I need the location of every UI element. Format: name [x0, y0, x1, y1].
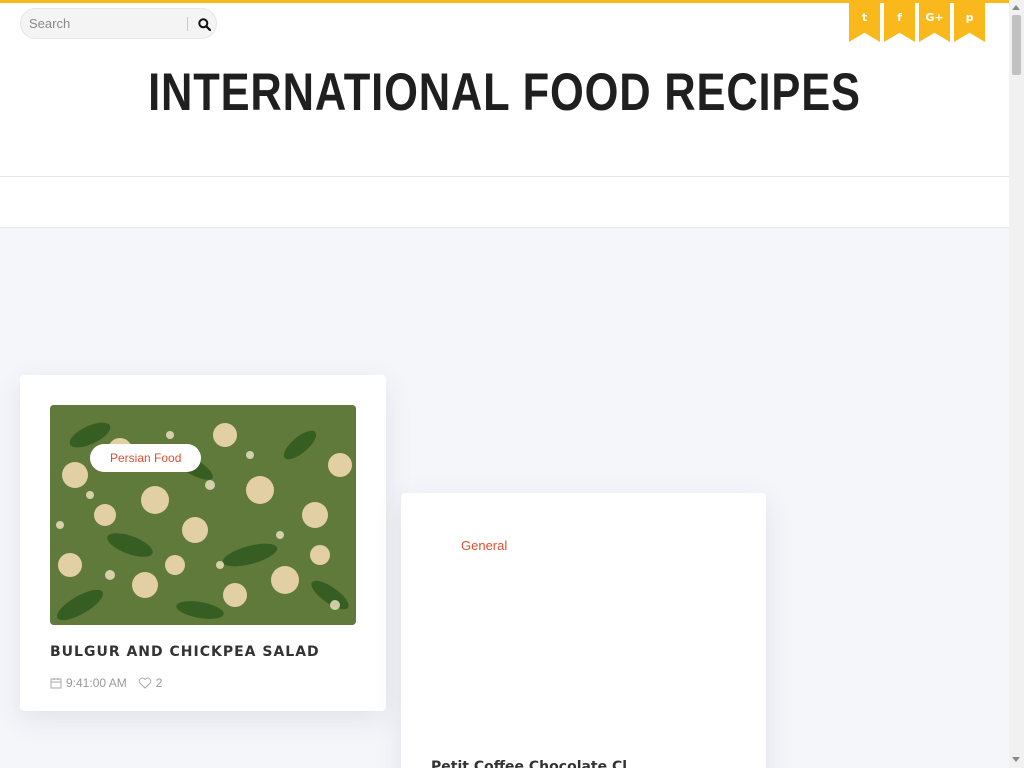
search-box	[20, 8, 217, 39]
post-title[interactable]: BULGUR AND CHICKPEA SALAD	[50, 644, 320, 660]
search-icon	[197, 17, 211, 31]
post-meta: 9:41:00 AM 2	[50, 676, 162, 690]
scroll-down-arrow[interactable]	[1012, 757, 1020, 762]
scrollbar-thumb[interactable]	[1012, 15, 1021, 75]
calendar-icon	[50, 678, 62, 689]
like-count: 2	[155, 676, 163, 690]
post-card: Persian Food BULGUR AND CHICKPEA SALAD 9…	[20, 375, 386, 711]
post-thumbnail[interactable]: Persian Food	[50, 405, 356, 625]
salad-image	[50, 405, 356, 625]
site-title[interactable]: INTERNATIONAL FOOD RECIPES	[91, 62, 918, 123]
scrollbar[interactable]	[1009, 0, 1024, 768]
search-input[interactable]	[29, 9, 189, 38]
category-badge[interactable]: Persian Food	[90, 444, 202, 472]
search-divider	[187, 17, 188, 31]
post-card: General Petit Coffee Chocolate Cl...	[401, 493, 766, 768]
post-title[interactable]: Petit Coffee Chocolate Cl...	[431, 759, 643, 768]
category-link[interactable]: General	[461, 538, 507, 553]
site-header: INTERNATIONAL FOOD RECIPES	[0, 42, 1009, 176]
post-time: 9:41:00 AM	[66, 676, 127, 690]
scroll-up-arrow[interactable]	[1012, 5, 1020, 10]
heart-icon[interactable]	[138, 677, 152, 689]
search-button[interactable]	[191, 11, 216, 37]
main-navigation	[0, 176, 1009, 228]
